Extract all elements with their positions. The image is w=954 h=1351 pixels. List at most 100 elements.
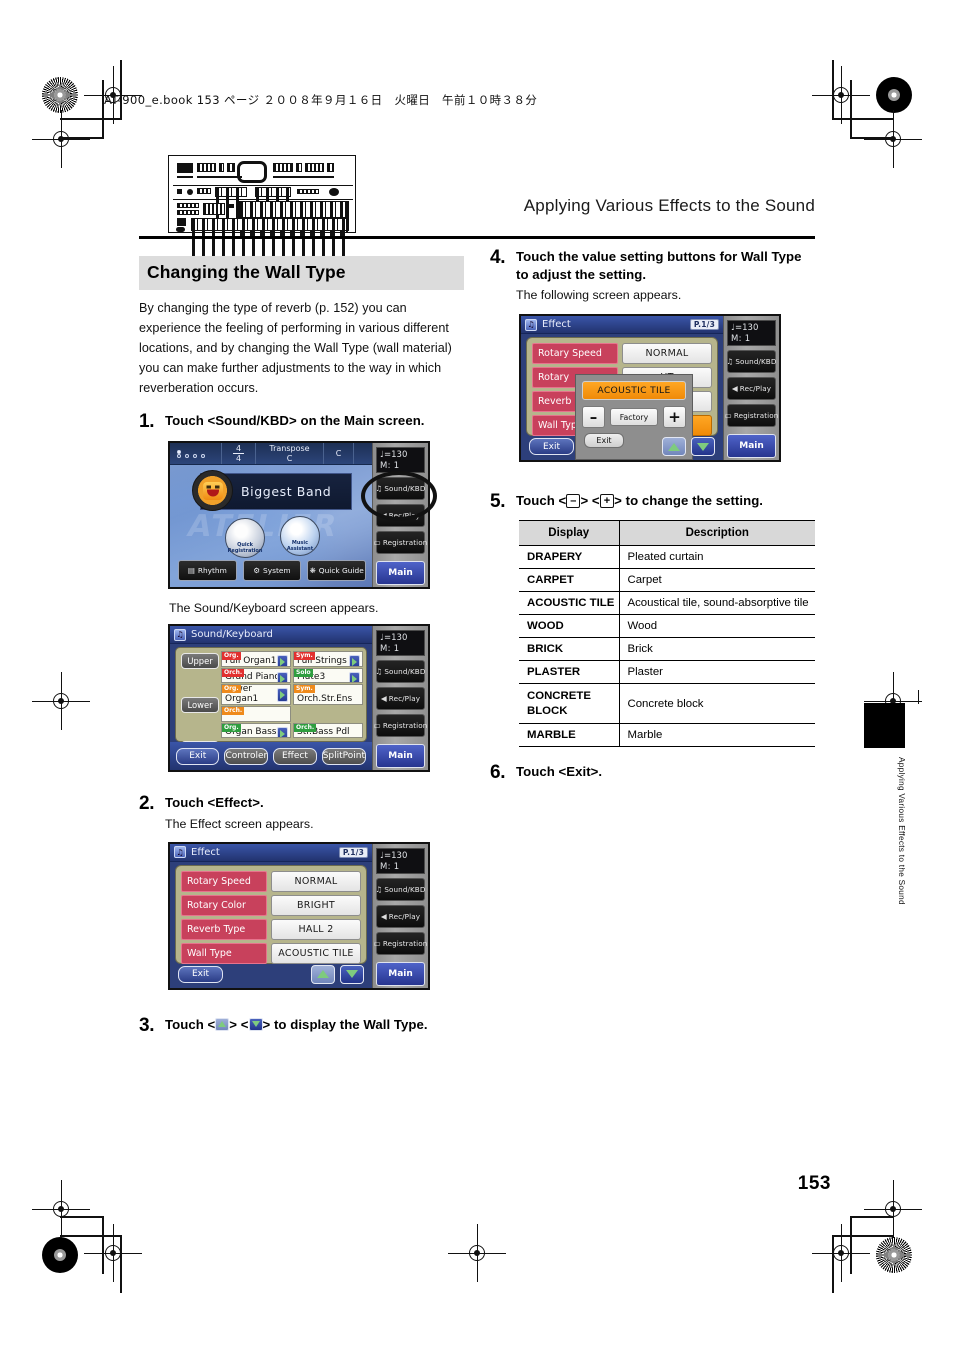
side-button-rec-play-label: Rec/Play [388,911,421,921]
minus-button[interactable]: – [582,406,605,429]
triangle-up-icon [215,1017,230,1031]
header-rule [139,236,815,239]
chevron-right-icon[interactable] [277,688,288,703]
side-button-sound-kbd[interactable]: ♫ Sound/KBD [726,350,776,374]
table-row: BRICK Brick [519,637,815,662]
table-row: Org. Lower Organ1 Sym. Orch.Str.Ens [221,684,363,706]
cell-description: Pleated curtain [619,545,815,570]
part-button-upper[interactable]: Upper [181,653,219,670]
tone-cell[interactable]: Sym. Full Strings [293,651,363,667]
factory-button[interactable]: Factory [610,408,658,427]
effect-row-value[interactable]: BRIGHT [271,894,361,916]
trim-line-bottom-left-h2 [60,1216,104,1218]
exit-button[interactable]: Exit [178,965,223,983]
quick-registration-button[interactable]: Quick Registration [225,518,265,559]
side-button-registration[interactable]: ▭ Registration [725,404,778,428]
music-assistant-label-2: Assistant [286,545,314,552]
tone-cell[interactable]: Org. Organ Bass1 [221,722,291,739]
chevron-right-icon[interactable] [277,726,288,738]
effect-row-value[interactable]: NORMAL [271,870,361,892]
quick-guide-button[interactable]: ❋ Quick Guide [307,560,367,582]
triangle-down-icon [248,1017,263,1031]
main-screen-side-panel: ♩=130 M: 1 ♫ Sound/KBD ◀ Rec/Play ▭ Regi… [372,443,428,588]
cell-description: Brick [619,637,815,662]
side-button-rec-play[interactable]: ◀ Rec/Play [376,504,425,528]
effect-row-value[interactable]: HALL 2 [271,918,361,940]
tone-cell[interactable]: Orch. [221,706,291,722]
effect-row: Rotary Speed NORMAL [532,343,712,365]
side-button-sound-kbd-label: Sound/KBD [384,667,426,677]
effect-button[interactable]: Effect [273,747,317,765]
side-button-main[interactable]: Main [376,744,425,769]
side-button-main[interactable]: Main [727,434,776,459]
music-assistant-button[interactable]: Music Assistant [280,516,320,557]
cell-display: WOOD [519,614,620,639]
step-3-number: 3. [139,1014,155,1036]
effect-side-panel: ♩=130 M: 1 ♫ Sound/KBD ◀ Rec/Play ▭ Regi… [372,843,428,988]
music-note-icon: ♫ [726,357,734,367]
side-button-rec-play-label: Rec/Play [388,511,421,521]
side-button-rec-play[interactable]: ◀ Rec/Play [727,377,776,401]
trim-line-top-left-v [120,60,122,120]
print-slug: AT-900_e.book 153 ページ ２００８年９月１６日 火曜日 午前１… [104,93,538,107]
tempo-display: ♩=130 M: 1 [376,447,425,474]
tone-cell[interactable]: Sym. Orch.Str.Ens [293,684,363,706]
time-signature[interactable]: 4 4 [222,443,256,465]
registration-rosette-bottom-left [42,1237,78,1273]
chevron-right-icon[interactable] [277,655,288,666]
music-note-icon: ♫ [174,628,186,641]
tone-cell[interactable]: Orch. Str.Bass Pdl [293,722,363,739]
table-row: Org. Organ Bass1 Orch. Str.Bass Pdl [221,722,363,739]
step-2-title: Touch <Effect>. [165,795,264,811]
side-button-sound-kbd[interactable]: ♫ Sound/KBD [376,477,425,501]
rhythm-button[interactable]: ▤ Rhythm [178,560,237,582]
chevron-right-icon[interactable] [277,671,288,683]
page-badge: P.1/3 [338,846,368,858]
side-button-registration[interactable]: ▭ Registration [374,531,427,555]
side-thumb-tab [864,703,905,748]
time-signature-top: 4 [235,444,242,454]
main-screen-figure: 4 4 Transpose C C ATELIER Biggest Band Q… [168,441,464,590]
effect-row-label: Reverb Type [181,918,267,940]
table-row: Orch. Grand Piano Solo Flute3 [221,667,363,684]
side-button-main[interactable]: Main [376,961,425,986]
part-button-lower[interactable]: Lower [181,697,219,714]
controler-button[interactable]: Controler [224,747,269,765]
tone-cell[interactable]: Org. Full Organ1 [221,651,291,667]
page-down-button[interactable] [691,437,715,457]
plus-button[interactable]: + [663,406,686,429]
page-up-button[interactable] [311,964,335,984]
quick-guide-icon: ❋ [309,566,316,576]
side-button-rec-play[interactable]: ◀ Rec/Play [376,904,425,928]
cell-display: CARPET [519,568,620,593]
chevron-right-icon[interactable] [349,655,360,666]
side-button-registration[interactable]: ▭ Registration [374,714,428,738]
chevron-right-icon[interactable] [349,671,360,683]
side-button-rec-play[interactable]: ◀ Rec/Play [376,687,425,711]
side-button-registration[interactable]: ▭ Registration [374,931,427,955]
system-button[interactable]: ⚙ System [242,560,302,582]
side-button-registration-label: Registration [382,721,428,731]
key-display[interactable]: C [324,443,354,465]
tone-cell[interactable]: Org. Lower Organ1 [221,684,291,706]
exit-button[interactable]: Exit [529,438,574,456]
splitpoint-button[interactable]: SplitPoint [321,747,366,765]
side-button-sound-kbd[interactable]: ♫ Sound/KBD [376,660,426,684]
tone-cell[interactable]: Solo Flute3 [293,667,363,684]
transpose-display[interactable]: Transpose C [256,443,324,465]
wall-type-table: Display Description DRAPERY Pleated curt… [519,520,815,747]
effect-row-value[interactable]: ACOUSTIC TILE [271,942,361,964]
transpose-label: Transpose [269,443,310,453]
system-icon: ⚙ [253,566,261,576]
exit-button[interactable]: Exit [176,747,220,765]
effect-row-value[interactable]: NORMAL [622,343,712,365]
effect-titlebar: ♫ Effect P.1/3 [170,843,372,862]
tone-cell[interactable]: Orch. Grand Piano [221,667,291,684]
side-button-sound-kbd[interactable]: ♫ Sound/KBD [376,877,425,901]
step-3-pre: Touch < [165,1016,216,1032]
page-up-button[interactable] [662,437,686,457]
page-down-button[interactable] [340,964,364,984]
tone-cell-empty [293,706,363,722]
quick-registration-label-2: Registration [227,547,263,554]
side-button-main[interactable]: Main [376,561,425,586]
